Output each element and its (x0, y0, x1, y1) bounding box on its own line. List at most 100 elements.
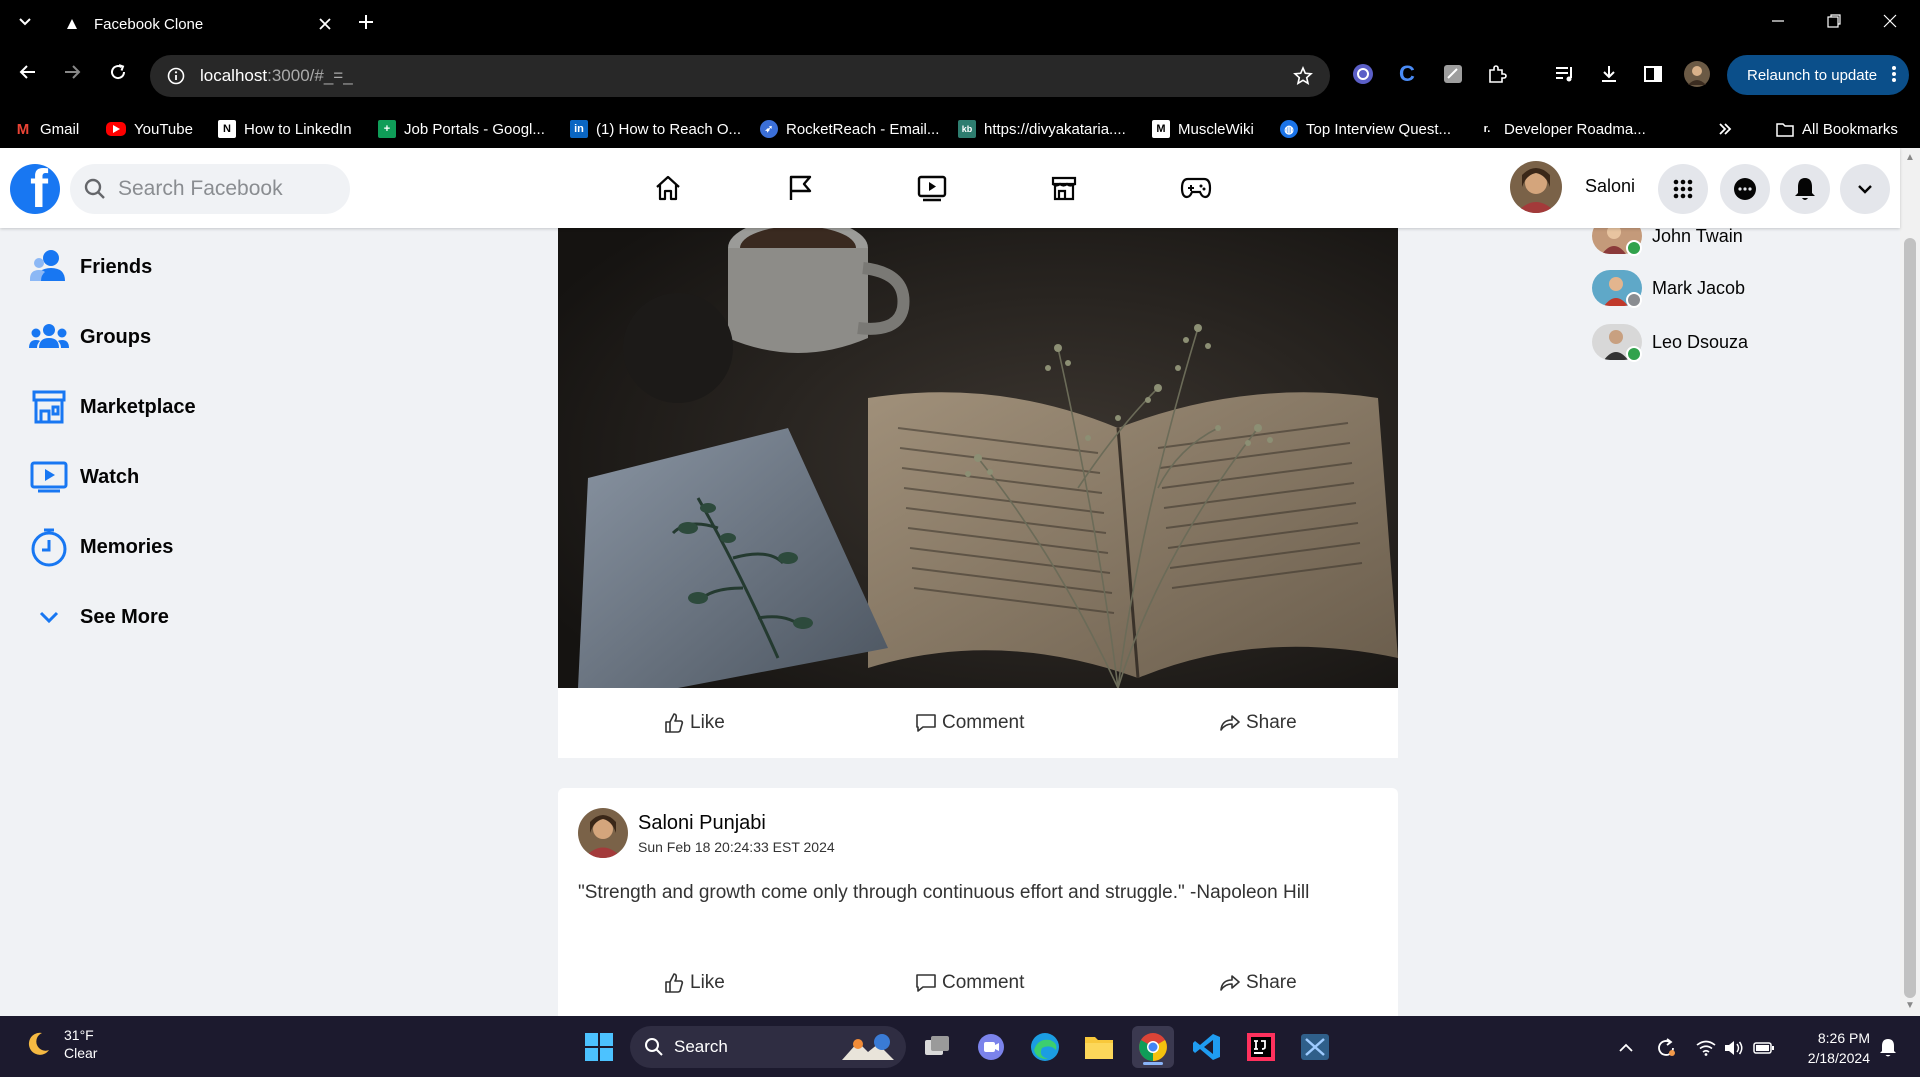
volume-tray-button[interactable] (1720, 1034, 1748, 1062)
share-button[interactable]: Share (1218, 688, 1297, 758)
sidebar-item-see-more[interactable]: See More (28, 592, 169, 642)
file-explorer-button[interactable] (1078, 1026, 1120, 1068)
extensions-puzzle-icon[interactable] (1480, 57, 1514, 91)
forward-button[interactable] (54, 54, 90, 90)
scroll-down-icon[interactable]: ▼ (1904, 1000, 1916, 1012)
bookmark-rocketreach[interactable]: ➶ RocketReach - Email... (760, 118, 939, 140)
search-input[interactable] (118, 177, 338, 201)
battery-tray-button[interactable] (1750, 1034, 1778, 1062)
task-view-button[interactable] (916, 1026, 958, 1068)
taskbar-search[interactable]: Search (630, 1026, 906, 1068)
start-button[interactable] (578, 1026, 620, 1068)
profile-avatar-icon[interactable] (1680, 57, 1714, 91)
bookmark-top-interview[interactable]: ◍ Top Interview Quest... (1280, 118, 1451, 140)
bookmark-label: Gmail (40, 120, 80, 138)
close-tab-icon[interactable] (314, 13, 336, 35)
like-button[interactable]: Like (662, 688, 725, 758)
like-button[interactable]: Like (662, 948, 725, 1016)
wifi-tray-button[interactable] (1692, 1034, 1720, 1062)
sync-tray-button[interactable] (1652, 1034, 1680, 1062)
sidebar-item-watch[interactable]: Watch (28, 452, 139, 502)
memories-icon (28, 526, 70, 568)
relaunch-to-update-button[interactable]: Relaunch to update (1727, 55, 1909, 95)
menu-button[interactable] (1658, 164, 1708, 214)
sidebar-item-label: See More (80, 605, 169, 628)
address-bar[interactable]: localhost:3000/#_=_ (150, 55, 1330, 97)
edge-button[interactable] (1024, 1026, 1066, 1068)
tab-search-button[interactable] (10, 7, 40, 37)
online-status-dot (1626, 240, 1642, 256)
comment-button[interactable]: Comment (914, 688, 1024, 758)
user-name[interactable]: Saloni (1585, 176, 1635, 197)
bookmark-youtube[interactable]: YouTube (106, 118, 193, 140)
home-icon (656, 175, 680, 201)
like-label: Like (690, 712, 725, 733)
media-controls-icon[interactable] (1548, 57, 1582, 91)
side-panel-icon[interactable] (1636, 57, 1670, 91)
sidebar-item-marketplace[interactable]: Marketplace (28, 382, 196, 432)
new-tab-button[interactable] (352, 8, 380, 36)
browser-tab[interactable]: Facebook Clone (54, 6, 336, 42)
page-scrollbar[interactable]: ▲ ▼ (1900, 148, 1920, 1016)
nav-home[interactable] (648, 170, 688, 206)
reload-button[interactable] (100, 54, 136, 90)
wifi-icon (1696, 1040, 1716, 1056)
post-author-name[interactable]: Saloni Punjabi (638, 812, 766, 835)
close-window-button[interactable] (1862, 0, 1918, 42)
sidebar-item-memories[interactable]: Memories (28, 522, 173, 572)
account-button[interactable] (1840, 164, 1890, 214)
nav-marketplace[interactable] (1044, 170, 1084, 206)
weather-widget[interactable]: 31°F Clear (24, 1026, 97, 1062)
sidebar-item-groups[interactable]: Groups (28, 312, 151, 362)
taskbar-clock[interactable]: 8:26 PM 2/18/2024 (1790, 1028, 1870, 1068)
roadmap-icon: r. (1483, 123, 1491, 135)
bookmark-how-to-linkedin[interactable]: N How to LinkedIn (218, 118, 352, 140)
bookmark-divyakataria[interactable]: kb https://divyakataria.... (958, 118, 1126, 140)
restore-button[interactable] (1806, 0, 1862, 42)
comment-button[interactable]: Comment (914, 948, 1024, 1016)
scrollbar-thumb[interactable] (1904, 238, 1916, 998)
messenger-button[interactable] (1720, 164, 1770, 214)
bookmark-developer-roadmap[interactable]: r. Developer Roadma... (1478, 118, 1646, 140)
more-bookmarks-button[interactable] (1718, 118, 1732, 140)
download-icon[interactable] (1592, 57, 1626, 91)
bookmark-label: (1) How to Reach O... (596, 120, 742, 138)
relaunch-label: Relaunch to update (1747, 66, 1878, 84)
extension-note-icon[interactable] (1436, 57, 1470, 91)
snipping-tool-button[interactable] (1294, 1026, 1336, 1068)
contact-item[interactable]: Leo Dsouza (1592, 320, 1748, 364)
show-hidden-icons-button[interactable] (1612, 1034, 1640, 1062)
notifications-button[interactable] (1780, 164, 1830, 214)
nav-watch[interactable] (912, 170, 952, 206)
share-icon (1218, 971, 1242, 995)
share-button[interactable]: Share (1218, 948, 1297, 1016)
moon-icon (28, 1032, 49, 1055)
search-box[interactable] (70, 164, 350, 214)
bookmark-job-portals[interactable]: + Job Portals - Googl... (378, 118, 545, 140)
back-button[interactable] (10, 54, 46, 90)
chrome-button[interactable] (1132, 1026, 1174, 1068)
book-and-flowers-photo (558, 228, 1398, 688)
intellij-button[interactable] (1240, 1026, 1282, 1068)
extension-spiral-icon[interactable] (1346, 57, 1380, 91)
contact-item[interactable]: Mark Jacob (1592, 266, 1745, 310)
extension-c-icon[interactable]: C (1390, 57, 1424, 91)
sidebar-item-friends[interactable]: Friends (28, 242, 152, 292)
site-info-icon[interactable] (162, 62, 190, 90)
post-author-avatar[interactable] (578, 808, 628, 858)
teams-chat-button[interactable] (970, 1026, 1012, 1068)
bookmark-gmail[interactable]: M Gmail (14, 118, 79, 140)
all-bookmarks-button[interactable]: All Bookmarks (1776, 118, 1898, 140)
notifications-tray-button[interactable] (1874, 1034, 1902, 1062)
nav-pages[interactable] (780, 170, 820, 206)
nav-gaming[interactable] (1176, 170, 1216, 206)
minimize-button[interactable] (1750, 0, 1806, 42)
bookmark-musclewiki[interactable]: M MuscleWiki (1152, 118, 1254, 140)
vscode-button[interactable] (1186, 1026, 1228, 1068)
bookmark-label: https://divyakataria.... (984, 120, 1126, 138)
user-avatar[interactable] (1510, 161, 1562, 213)
facebook-logo[interactable]: f (10, 164, 60, 214)
scroll-up-icon[interactable]: ▲ (1904, 152, 1916, 164)
bookmark-star-icon[interactable] (1290, 63, 1316, 89)
bookmark-how-to-reach[interactable]: in (1) How to Reach O... (570, 118, 741, 140)
